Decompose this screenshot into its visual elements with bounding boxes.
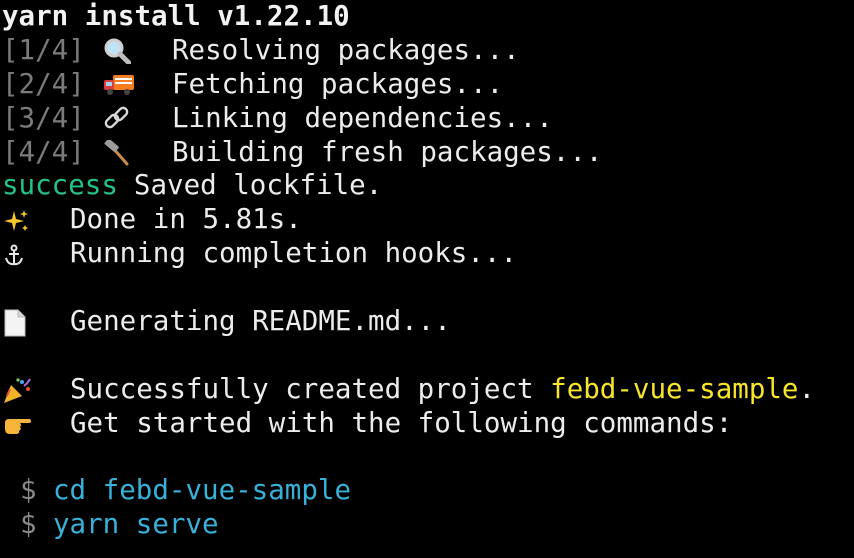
- command-line-cd: $ cd febd-vue-sample: [2, 474, 854, 508]
- shell-prompt: $: [20, 508, 37, 541]
- delivery-truck-icon: [103, 68, 172, 101]
- magnifying-glass-icon: [103, 34, 172, 67]
- sparkles-icon: [2, 204, 70, 237]
- project-name: febd-vue-sample: [550, 372, 799, 405]
- document-icon: [2, 305, 70, 338]
- step-line-linking: [3/4] Linking dependencies...: [2, 102, 854, 136]
- get-started-line: Get started with the following commands:: [2, 407, 854, 441]
- command-text[interactable]: yarn serve: [53, 508, 219, 542]
- anchor-icon: [2, 238, 70, 271]
- readme-line: Generating README.md...: [2, 305, 854, 339]
- step-counter: [2/4]: [2, 67, 85, 100]
- step-text: Fetching packages...: [172, 67, 504, 100]
- created-suffix: .: [798, 372, 816, 405]
- command-text[interactable]: cd febd-vue-sample: [53, 474, 351, 508]
- command-line-serve: $ yarn serve: [2, 508, 854, 542]
- terminal-window: yarn install v1.22.10 [1/4] Resolving pa…: [0, 0, 854, 558]
- get-started-text: Get started with the following commands:: [70, 406, 733, 439]
- pointing-hand-icon: [2, 407, 70, 440]
- step-text: Resolving packages...: [172, 33, 520, 66]
- step-counter: [1/4]: [2, 33, 85, 66]
- yarn-version-title: yarn install v1.22.10: [2, 0, 350, 32]
- step-text: Building fresh packages...: [172, 135, 603, 168]
- step-line-building: [4/4] Building fresh packages...: [2, 136, 854, 170]
- success-tag: success: [2, 169, 118, 202]
- party-popper-icon: [2, 373, 70, 406]
- step-counter: [4/4]: [2, 135, 85, 168]
- created-line: Successfully created project febd-vue-sa…: [2, 373, 854, 407]
- readme-text: Generating README.md...: [70, 305, 451, 338]
- hooks-text: Running completion hooks...: [70, 237, 518, 270]
- step-line-resolving: [1/4] Resolving packages...: [2, 34, 854, 68]
- hooks-line: Running completion hooks...: [2, 237, 854, 271]
- hammer-icon: [103, 136, 172, 169]
- step-text: Linking dependencies...: [172, 101, 553, 134]
- step-counter: [3/4]: [2, 101, 85, 134]
- created-text: Successfully created project: [70, 372, 551, 405]
- link-icon: [103, 102, 172, 135]
- step-line-fetching: [2/4] Fetching packages...: [2, 68, 854, 102]
